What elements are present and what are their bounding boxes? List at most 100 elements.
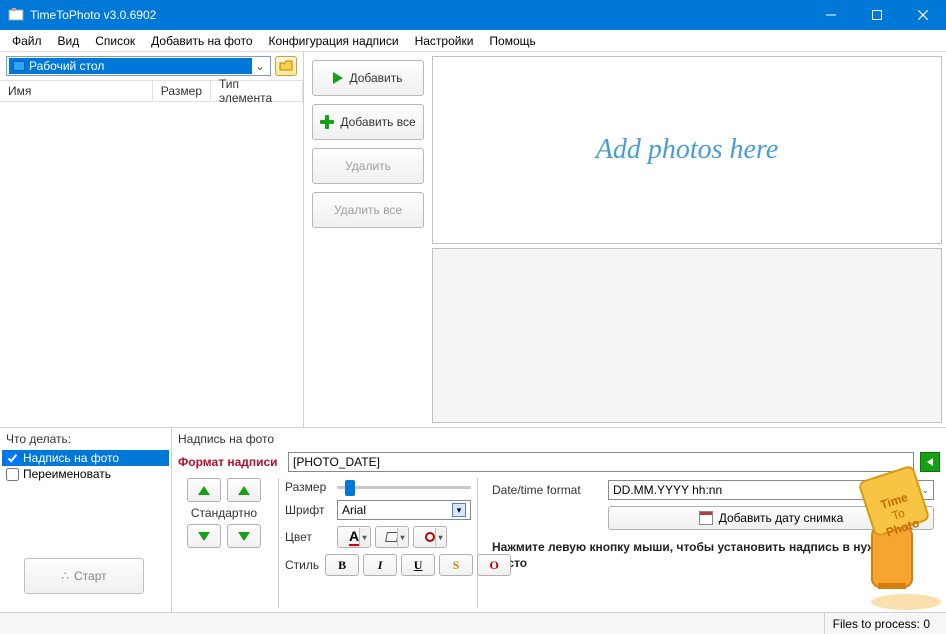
chevron-down-icon: ▾: [359, 528, 369, 546]
col-size[interactable]: Размер: [153, 81, 211, 101]
triangle-up-icon: [238, 486, 250, 495]
menu-settings[interactable]: Настройки: [407, 32, 482, 50]
transfer-buttons: Добавить Добавить все Удалить Удалить вс…: [304, 52, 432, 427]
calendar-icon: [699, 511, 713, 525]
drop-placeholder: Add photos here: [596, 134, 779, 166]
menu-add-to-photo[interactable]: Добавить на фото: [143, 32, 260, 50]
status-files: Files to process: 0: [824, 613, 938, 634]
remove-button[interactable]: Удалить: [312, 148, 424, 184]
font-value: Arial: [342, 503, 366, 517]
format-label: Формат надписи: [178, 455, 282, 469]
triangle-down-icon: [238, 532, 250, 541]
maximize-button[interactable]: [854, 0, 900, 30]
date-format-combo[interactable]: DD.MM.YYYY hh:nn ⌄: [608, 480, 934, 500]
triangle-down-icon: [198, 532, 210, 541]
app-icon: [8, 7, 24, 23]
option-caption[interactable]: Надпись на фото: [2, 450, 169, 466]
option-rename[interactable]: Переименовать: [6, 466, 165, 482]
date-column: Date/time format DD.MM.YYYY hh:nn ⌄ Доба…: [486, 478, 940, 608]
preview-canvas[interactable]: [432, 248, 942, 423]
style-column: Размер Шрифт Arial ▾ Цвет A▾: [278, 478, 478, 608]
chevron-down-icon: ⌄: [252, 59, 268, 73]
nudge-up-right-button[interactable]: [227, 478, 261, 502]
folder-selected: Рабочий стол: [29, 59, 104, 73]
add-date-label: Добавить дату снимка: [719, 511, 844, 525]
outline-button[interactable]: O: [477, 554, 511, 576]
dots-icon: ∴: [61, 569, 68, 583]
bold-button[interactable]: B: [325, 554, 359, 576]
nudge-up-left-button[interactable]: [187, 478, 221, 502]
file-browser-panel: Рабочий стол ⌄ Имя Размер Тип элемента: [0, 52, 304, 427]
position-arrows: Стандартно: [178, 478, 270, 608]
nudge-down-left-button[interactable]: [187, 524, 221, 548]
strikeout-button[interactable]: S: [439, 554, 473, 576]
start-button[interactable]: ∴ Старт: [24, 558, 144, 594]
browse-folder-button[interactable]: [275, 56, 297, 76]
chevron-down-icon: ▾: [452, 503, 466, 517]
what-to-do-panel: Что делать: Надпись на фото Переименоват…: [0, 428, 172, 612]
option-caption-checkbox[interactable]: [6, 452, 19, 465]
menu-file[interactable]: Файл: [4, 32, 50, 50]
option-rename-checkbox[interactable]: [6, 468, 19, 481]
add-all-button[interactable]: Добавить все: [312, 104, 424, 140]
file-list[interactable]: [0, 102, 303, 427]
preview-panel: Add photos here: [432, 52, 946, 427]
menu-help[interactable]: Помощь: [481, 32, 543, 50]
remove-all-label: Удалить все: [334, 203, 402, 217]
triangle-up-icon: [198, 486, 210, 495]
size-label: Размер: [285, 480, 331, 494]
start-label: Старт: [74, 569, 107, 583]
date-format-label: Date/time format: [492, 483, 602, 497]
photo-drop-area[interactable]: Add photos here: [432, 56, 942, 244]
fill-color-button[interactable]: ▾: [375, 526, 409, 548]
add-photo-date-button[interactable]: Добавить дату снимка: [608, 506, 934, 530]
remove-label: Удалить: [345, 159, 391, 173]
format-input[interactable]: [288, 452, 914, 472]
folder-combo[interactable]: Рабочий стол ⌄: [6, 56, 271, 76]
italic-button[interactable]: I: [363, 554, 397, 576]
col-type[interactable]: Тип элемента: [211, 81, 303, 101]
window-title: TimeToPhoto v3.0.6902: [30, 8, 808, 22]
font-combo[interactable]: Arial ▾: [337, 500, 471, 520]
standard-label: Стандартно: [191, 506, 257, 520]
chevron-down-icon: ▾: [397, 528, 407, 546]
font-label: Шрифт: [285, 503, 331, 517]
arrow-left-icon: [924, 456, 936, 468]
remove-all-button[interactable]: Удалить все: [312, 192, 424, 228]
menu-caption-config[interactable]: Конфигурация надписи: [261, 32, 407, 50]
caption-panel-label: Надпись на фото: [178, 432, 940, 446]
minimize-button[interactable]: [808, 0, 854, 30]
caption-panel: Надпись на фото Формат надписи Стандартн…: [172, 428, 946, 612]
title-bar: TimeToPhoto v3.0.6902: [0, 0, 946, 30]
desktop-icon: [13, 61, 25, 71]
menu-bar: Файл Вид Список Добавить на фото Конфигу…: [0, 30, 946, 52]
chevron-down-icon: ▾: [435, 528, 445, 546]
option-caption-label: Надпись на фото: [23, 451, 119, 465]
position-hint: Нажмите левую кнопку мыши, чтобы установ…: [492, 540, 934, 571]
folder-open-icon: [279, 60, 293, 72]
chevron-down-icon: ⌄: [921, 485, 929, 496]
font-color-button[interactable]: A▾: [337, 526, 371, 548]
file-list-header: Имя Размер Тип элемента: [0, 80, 303, 102]
add-all-label: Добавить все: [340, 115, 415, 129]
color-label: Цвет: [285, 530, 331, 544]
format-apply-button[interactable]: [920, 452, 940, 472]
slider-thumb[interactable]: [345, 480, 355, 496]
arrow-right-icon: [333, 72, 343, 84]
letter-a-icon: A: [349, 528, 359, 546]
menu-view[interactable]: Вид: [50, 32, 88, 50]
option-rename-label: Переименовать: [23, 467, 111, 481]
menu-list[interactable]: Список: [87, 32, 143, 50]
outline-color-button[interactable]: ▾: [413, 526, 447, 548]
size-slider[interactable]: [337, 486, 471, 489]
status-bar: Files to process: 0: [0, 612, 946, 634]
add-button[interactable]: Добавить: [312, 60, 424, 96]
underline-button[interactable]: U: [401, 554, 435, 576]
circle-outline-icon: [425, 532, 435, 542]
plus-icon: [320, 115, 334, 129]
col-name[interactable]: Имя: [0, 81, 153, 101]
what-group-label: Что делать:: [6, 432, 165, 446]
date-format-value: DD.MM.YYYY hh:nn: [613, 483, 722, 497]
nudge-down-right-button[interactable]: [227, 524, 261, 548]
close-button[interactable]: [900, 0, 946, 30]
